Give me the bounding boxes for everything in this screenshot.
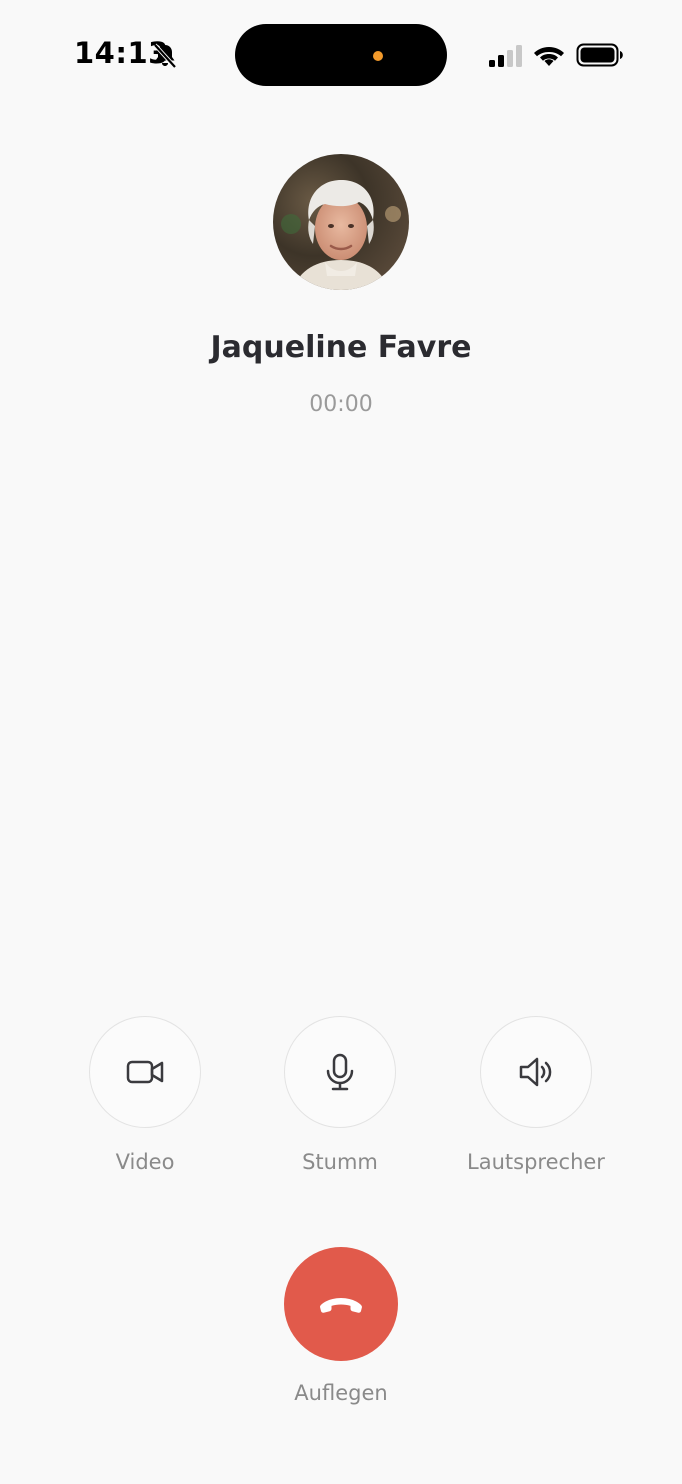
recording-indicator-dot (373, 51, 383, 61)
status-bar: 14:13 (0, 0, 682, 110)
hangup-label: Auflegen (294, 1381, 388, 1405)
call-screen: 14:13 Jaqueline Favre 00:00 Video Stumm … (0, 0, 682, 1484)
mute-button[interactable] (284, 1016, 396, 1128)
hangup-button[interactable] (284, 1247, 398, 1361)
speaker-label: Lautsprecher (467, 1150, 605, 1174)
caller-avatar (273, 154, 409, 290)
video-button[interactable] (89, 1016, 201, 1128)
video-camera-icon (126, 1060, 164, 1084)
wifi-icon (534, 47, 564, 66)
video-label: Video (115, 1150, 175, 1174)
call-duration: 00:00 (309, 392, 373, 417)
bell-slash-icon (153, 43, 177, 69)
caller-name: Jaqueline Favre (210, 330, 472, 365)
speaker-button[interactable] (480, 1016, 592, 1128)
cellular-signal-icon (489, 45, 522, 67)
speaker-icon (519, 1057, 552, 1087)
microphone-icon (326, 1053, 354, 1091)
mute-label: Stumm (302, 1150, 378, 1174)
battery-icon (576, 43, 623, 67)
dynamic-island (235, 24, 447, 86)
phone-hangup-icon (320, 1298, 362, 1313)
